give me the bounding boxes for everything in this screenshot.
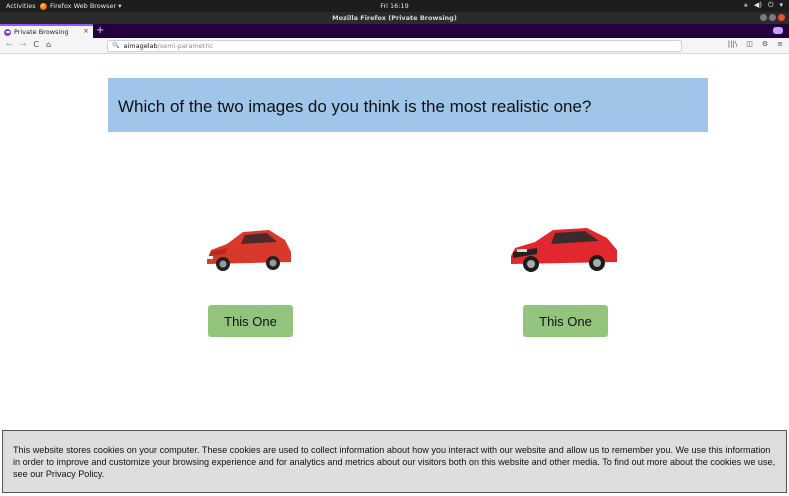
chevron-down-icon[interactable]: ▾ bbox=[779, 1, 783, 10]
new-tab-button[interactable]: + bbox=[96, 24, 104, 37]
clock[interactable]: Fri 16:19 bbox=[0, 2, 789, 10]
car-image-right bbox=[511, 228, 617, 272]
choose-right-button[interactable]: This One bbox=[523, 305, 608, 337]
forward-button[interactable]: → bbox=[20, 40, 27, 49]
car-image-left bbox=[207, 230, 291, 271]
system-top-bar: Activities Firefox Web Browser ▾ Fri 16:… bbox=[0, 0, 789, 12]
navigation-toolbar: ← → C ⌂ 🔍 aimagelab/semi-parametric |||\… bbox=[0, 38, 789, 54]
private-browsing-icon bbox=[4, 28, 11, 36]
extension-icon[interactable]: ⚙ bbox=[762, 40, 768, 48]
url-bar[interactable]: 🔍 aimagelab/semi-parametric bbox=[107, 40, 682, 52]
window-title: Mozilla Firefox (Private Browsing) bbox=[332, 14, 457, 22]
tab-strip: Private Browsing × + bbox=[0, 24, 789, 38]
sidebar-icon[interactable]: ◫ bbox=[746, 40, 753, 48]
volume-icon[interactable]: ◀) bbox=[754, 1, 762, 10]
search-icon: 🔍 bbox=[112, 42, 120, 49]
network-icon[interactable]: ⚹ bbox=[744, 1, 748, 10]
private-mask-icon bbox=[773, 27, 783, 34]
question-text: Which of the two images do you think is … bbox=[118, 97, 592, 116]
tab-private-browsing[interactable]: Private Browsing × bbox=[0, 24, 93, 38]
tab-label: Private Browsing bbox=[14, 28, 69, 36]
back-button[interactable]: ← bbox=[6, 40, 13, 49]
url-path: /semi-parametric bbox=[157, 42, 214, 50]
maximize-button[interactable] bbox=[769, 14, 776, 21]
system-tray[interactable]: ⚹ ◀) ⏻ ▾ bbox=[744, 1, 783, 10]
minimize-button[interactable] bbox=[760, 14, 767, 21]
window-controls bbox=[760, 14, 785, 21]
library-icon[interactable]: |||\ bbox=[728, 40, 737, 48]
hamburger-menu-icon[interactable]: ≡ bbox=[777, 40, 783, 48]
choose-left-button[interactable]: This One bbox=[208, 305, 293, 337]
reload-button[interactable]: C bbox=[33, 40, 39, 49]
question-banner: Which of the two images do you think is … bbox=[108, 78, 708, 132]
close-window-button[interactable] bbox=[778, 14, 785, 21]
cookie-banner: This website stores cookies on your comp… bbox=[2, 430, 787, 493]
home-button[interactable]: ⌂ bbox=[46, 40, 51, 49]
url-host: aimagelab bbox=[123, 42, 158, 50]
window-title-bar: Mozilla Firefox (Private Browsing) bbox=[0, 12, 789, 24]
power-icon[interactable]: ⏻ bbox=[768, 1, 774, 10]
cookie-text: This website stores cookies on your comp… bbox=[13, 445, 776, 479]
close-tab-icon[interactable]: × bbox=[83, 27, 89, 35]
